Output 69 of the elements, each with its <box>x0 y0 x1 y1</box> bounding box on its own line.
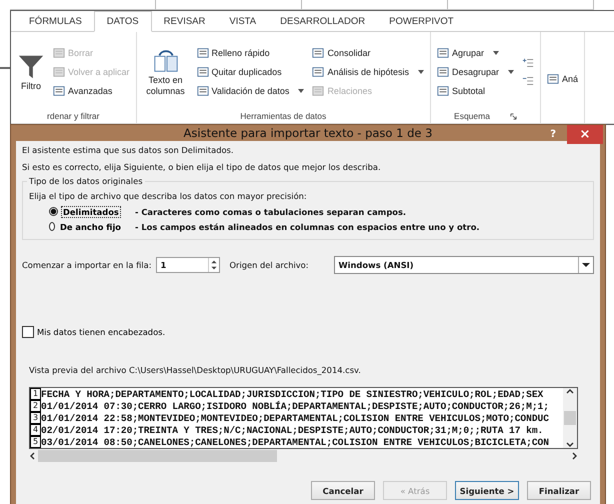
tool-icon <box>547 73 560 85</box>
ribbon-tab[interactable]: DATOS <box>94 11 152 32</box>
radio-button[interactable]: De ancho fijo <box>49 220 123 232</box>
close-button[interactable]: × <box>567 125 603 144</box>
tool-icon <box>53 85 65 97</box>
tool-icon <box>312 47 324 59</box>
line-number: 4 <box>30 424 41 436</box>
tool-icon <box>436 66 449 78</box>
preview-line: 01/01/2014 07:30;CERRO LARGO;ISIDORO NOBLÍA;DEPARTAMENTAL;DESPISTE;AUTO;CONDUCTOR;26;M;1; <box>41 400 549 412</box>
group-label: Herramientas de datos <box>240 111 326 121</box>
tool-icon <box>53 66 65 78</box>
dialog-button[interactable]: Finalizar <box>527 481 591 500</box>
preview-line: FECHA Y HORA;DEPARTAMENTO;LOCALIDAD;JURISDICCION;TIPO DE SINIESTRO;VEHICULO;ROL;EDAD;SEX <box>41 388 544 400</box>
prompt-text: Elija el tipo de archivo que describa los datos con mayor precisión: <box>29 191 308 201</box>
vertical-scrollbar[interactable] <box>563 388 577 448</box>
preview-line: 03/01/2014 08:50;CANELONES;CANELONES;DEPARTAMENTAL;COLISION ENTRE VEHICULOS;BICICLETA;CON <box>41 436 549 448</box>
dialog-button[interactable]: Cancelar <box>311 481 375 500</box>
tool-icon <box>196 66 209 78</box>
preview-line: 01/01/2014 22:58;MONTEVIDEO;MONTEVIDEO;DEPARTAMENTAL;COLISION ENTRE VEHICULOS;MOTO;CONDUC <box>41 412 549 424</box>
group-title: Tipo de los datos originales <box>27 176 145 186</box>
caret-icon <box>578 257 593 273</box>
preview-line: 02/01/2014 17:20;TREINTA Y TRES;N/C;NACIONAL;DESPISTE;AUTO;CONDUCTOR;31;M;0;;RUTA 17 km. <box>41 424 544 436</box>
ribbon-button[interactable]: Análisis de hipótesis <box>310 64 426 80</box>
ribbon-tab[interactable]: DESARROLLADOR <box>268 11 378 31</box>
ribbon-button[interactable]: Subtotal <box>434 82 516 100</box>
ribbon-button[interactable]: Avanzadas <box>51 82 132 100</box>
launcher-icon[interactable] <box>510 112 517 120</box>
ribbon-button[interactable]: Agrupar <box>434 44 516 62</box>
ribbon-button[interactable]: Validación de datos <box>194 82 306 100</box>
preview-label: Vista previa del archivo C:\Users\Hassel\Desktop\URUGUAY\Fallecidos_2014.csv. <box>29 365 362 375</box>
instruction-text: Si esto es correcto, elija Siguiente, o bien elija el tipo de datos que mejor los describa. <box>22 162 382 172</box>
option-description: - Los campos están alineados en columnas con espacios entre uno y otro. <box>135 222 480 232</box>
ribbon-button[interactable]: Aná <box>545 70 580 88</box>
ribbon-button[interactable]: Desagrupar <box>434 64 516 80</box>
help-button[interactable]: ? <box>544 128 562 141</box>
ribbon-button[interactable]: Relleno rápido <box>194 44 306 62</box>
dropdown-field[interactable]: Windows (ANSI) <box>334 256 594 274</box>
ribbon-tab[interactable]: VISTA <box>217 11 268 31</box>
tool-icon <box>196 47 209 59</box>
group-label: rdenar y filtrar <box>47 111 100 121</box>
field-label: Origen del archivo: <box>230 260 310 270</box>
dialog-button[interactable]: Siguiente > <box>455 481 519 500</box>
tool-icon <box>312 85 324 97</box>
tool-icon <box>312 66 324 78</box>
window-title: Asistente para importar texto - paso 1 de 3 <box>184 126 432 140</box>
spin-field[interactable]: 1 <box>156 257 220 273</box>
field-label: Comenzar a importar en la fila: <box>22 260 152 270</box>
line-number: 3 <box>30 412 41 424</box>
tool-icon <box>436 47 449 59</box>
spinner-icon <box>208 258 218 272</box>
outline-icon <box>522 57 534 69</box>
ribbon-tab[interactable]: POWERPIVOT <box>377 11 466 31</box>
outline-icon <box>522 75 534 87</box>
checkbox[interactable]: Mis datos tienen encabezados. <box>22 326 166 338</box>
ribbon-button[interactable]: Texto en columnas <box>140 47 191 97</box>
option-description: - Caracteres como comas o tabulaciones separan campos. <box>135 206 406 216</box>
line-number: 2 <box>30 400 41 412</box>
tool-icon <box>53 47 65 59</box>
instruction-text: El asistente estima que sus datos son Delimitados. <box>22 145 234 155</box>
group-label: Esquema <box>454 111 490 121</box>
tool-icon <box>196 85 209 97</box>
ribbon-tab[interactable]: REVISAR <box>152 11 218 31</box>
line-number: 1 <box>30 388 41 400</box>
ribbon-button[interactable]: Filtro <box>15 52 47 92</box>
ribbon-tab[interactable]: FÓRMULAS <box>17 11 94 31</box>
ribbon-button[interactable]: Consolidar <box>310 44 426 62</box>
ribbon-button[interactable]: Quitar duplicados <box>194 64 306 80</box>
tool-icon <box>436 85 449 97</box>
line-number: 5 <box>30 436 41 448</box>
